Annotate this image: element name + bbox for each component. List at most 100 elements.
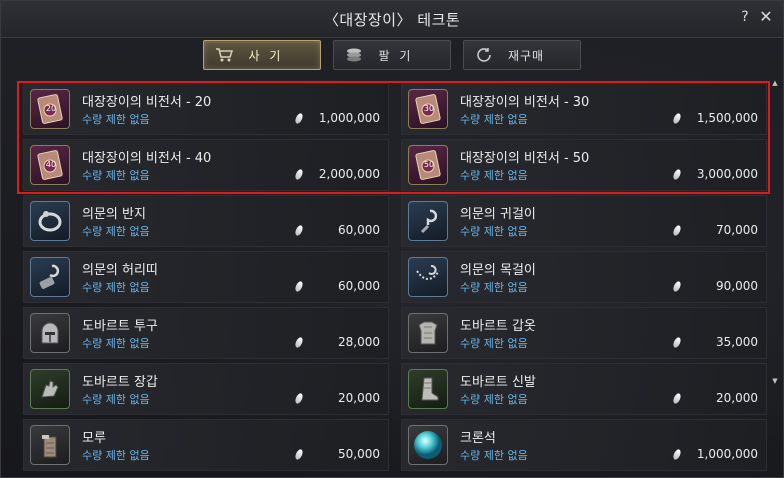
book-level-badge: 30 — [423, 104, 435, 113]
shop-item[interactable]: 30 대장장이의 비전서 - 30 수량 제한 없음 1,500,000 — [401, 83, 767, 135]
item-price: 20,000 — [716, 391, 758, 405]
book-level-badge: 50 — [423, 160, 435, 169]
gloves-icon[interactable] — [30, 369, 70, 409]
book-icon[interactable]: 50 — [408, 145, 448, 185]
item-quantity-limit: 수량 제한 없음 — [460, 281, 528, 294]
tab-rebuy-label: 재구매 — [507, 48, 545, 63]
tab-buy-label: 사 기 — [248, 48, 284, 63]
silver-currency-icon — [671, 224, 683, 237]
item-price: 60,000 — [338, 223, 380, 237]
silver-currency-icon — [671, 112, 683, 125]
silver-currency-icon — [671, 280, 683, 293]
coins-icon — [342, 45, 366, 65]
item-name: 도바르트 신발 — [460, 375, 536, 390]
item-quantity-limit: 수량 제한 없음 — [82, 169, 150, 182]
item-quantity-limit: 수량 제한 없음 — [82, 225, 150, 238]
shop-item[interactable]: 도바르트 갑옷수량 제한 없음 35,000 — [401, 307, 767, 359]
item-name: 도바르트 갑옷 — [460, 319, 536, 334]
item-price: 70,000 — [716, 223, 758, 237]
item-name: 의문의 목걸이 — [460, 263, 536, 278]
silver-currency-icon — [293, 280, 305, 293]
help-button[interactable]: ? — [737, 9, 753, 27]
tab-buy[interactable]: 사 기 — [203, 40, 321, 70]
shop-item[interactable]: 모루수량 제한 없음 50,000 — [23, 419, 389, 471]
book-icon[interactable]: 20 — [30, 89, 70, 129]
shop-tabs: 사 기 팔 기 재구매 — [1, 40, 783, 72]
item-name: 대장장이의 비전서 - 30 — [460, 95, 590, 110]
armor-icon[interactable] — [408, 313, 448, 353]
item-quantity-limit: 수량 제한 없음 — [460, 449, 528, 462]
shop-item[interactable]: 도바르트 투구수량 제한 없음 28,000 — [23, 307, 389, 359]
item-price: 60,000 — [338, 279, 380, 293]
item-price: 20,000 — [338, 391, 380, 405]
item-price: 1,000,000 — [696, 447, 758, 461]
item-quantity-limit: 수량 제한 없음 — [82, 449, 150, 462]
item-price: 1,500,000 — [696, 111, 758, 125]
ring-icon[interactable] — [30, 201, 70, 241]
item-quantity-limit: 수량 제한 없음 — [460, 337, 528, 350]
silver-currency-icon — [293, 224, 305, 237]
book-level-badge: 20 — [45, 104, 57, 113]
silver-currency-icon — [671, 168, 683, 181]
title-bar[interactable]: 〈대장장이〉 테크톤 ? ✕ — [1, 1, 783, 38]
shop-item[interactable]: 도바르트 장갑 수량 제한 없음 20,000 — [23, 363, 389, 415]
shop-item[interactable]: 의문의 귀걸이 수량 제한 없음 70,000 — [401, 195, 767, 247]
item-price: 50,000 — [338, 447, 380, 461]
item-quantity-limit: 수량 제한 없음 — [82, 393, 150, 406]
anvil-icon[interactable] — [30, 425, 70, 465]
shop-item[interactable]: 크론석 수량 제한 없음 1,000,000 — [401, 419, 767, 471]
shop-item[interactable]: 50 대장장이의 비전서 - 50 수량 제한 없음 3,000,000 — [401, 139, 767, 191]
belt-icon[interactable] — [30, 257, 70, 297]
item-list: 20 대장장이의 비전서 - 20 수량 제한 없음 1,000,000 30 대장장이의… — [17, 79, 769, 477]
item-name: 대장장이의 비전서 - 40 — [82, 151, 212, 166]
helmet-icon[interactable] — [30, 313, 70, 353]
tab-sell[interactable]: 팔 기 — [333, 40, 451, 70]
crystal-icon[interactable] — [408, 425, 448, 465]
tab-rebuy[interactable]: 재구매 — [463, 40, 581, 70]
silver-currency-icon — [671, 448, 683, 461]
shop-item[interactable]: 40 대장장이의 비전서 - 40 수량 제한 없음 2,000,000 — [23, 139, 389, 191]
silver-currency-icon — [293, 336, 305, 349]
item-quantity-limit: 수량 제한 없음 — [460, 169, 528, 182]
cart-icon — [212, 45, 236, 65]
window-title: 〈대장장이〉 테크톤 — [323, 11, 461, 29]
item-name: 도바르트 투구 — [82, 319, 158, 334]
close-button[interactable]: ✕ — [757, 7, 775, 27]
item-name: 의문의 귀걸이 — [460, 207, 536, 222]
book-icon[interactable]: 30 — [408, 89, 448, 129]
scroll-down-arrow-icon[interactable]: ▼ — [771, 377, 779, 385]
book-icon[interactable]: 40 — [30, 145, 70, 185]
silver-currency-icon — [293, 392, 305, 405]
silver-currency-icon — [293, 448, 305, 461]
shop-item[interactable]: 도바르트 신발수량 제한 없음 20,000 — [401, 363, 767, 415]
shop-item[interactable]: 의문의 반지수량 제한 없음 60,000 — [23, 195, 389, 247]
tab-sell-label: 팔 기 — [378, 48, 414, 63]
necklace-icon[interactable] — [408, 257, 448, 297]
item-quantity-limit: 수량 제한 없음 — [82, 281, 150, 294]
shop-item[interactable]: 의문의 허리띠수량 제한 없음 60,000 — [23, 251, 389, 303]
earring-icon[interactable] — [408, 201, 448, 241]
silver-currency-icon — [671, 336, 683, 349]
shop-item[interactable]: 20 대장장이의 비전서 - 20 수량 제한 없음 1,000,000 — [23, 83, 389, 135]
item-price: 3,000,000 — [696, 167, 758, 181]
silver-currency-icon — [671, 392, 683, 405]
scroll-up-arrow-icon[interactable]: ▲ — [771, 79, 779, 87]
book-level-badge: 40 — [45, 160, 57, 169]
item-price: 2,000,000 — [318, 167, 380, 181]
item-quantity-limit: 수량 제한 없음 — [82, 113, 150, 126]
item-name: 의문의 반지 — [82, 207, 146, 222]
item-price: 28,000 — [338, 335, 380, 349]
item-name: 의문의 허리띠 — [82, 263, 158, 278]
item-quantity-limit: 수량 제한 없음 — [460, 393, 528, 406]
scrollbar[interactable]: ▲ ▼ — [771, 79, 779, 385]
item-quantity-limit: 수량 제한 없음 — [460, 113, 528, 126]
silver-currency-icon — [293, 112, 305, 125]
shop-window: 〈대장장이〉 테크톤 ? ✕ 사 기 팔 기 재구매 20 대장장이의 비전서 -… — [0, 0, 784, 478]
item-quantity-limit: 수량 제한 없음 — [82, 337, 150, 350]
shop-item[interactable]: 의문의 목걸이수량 제한 없음 90,000 — [401, 251, 767, 303]
boots-icon[interactable] — [408, 369, 448, 409]
item-name: 모루 — [82, 431, 106, 446]
refresh-icon — [472, 45, 496, 65]
item-price: 90,000 — [716, 279, 758, 293]
item-price: 35,000 — [716, 335, 758, 349]
